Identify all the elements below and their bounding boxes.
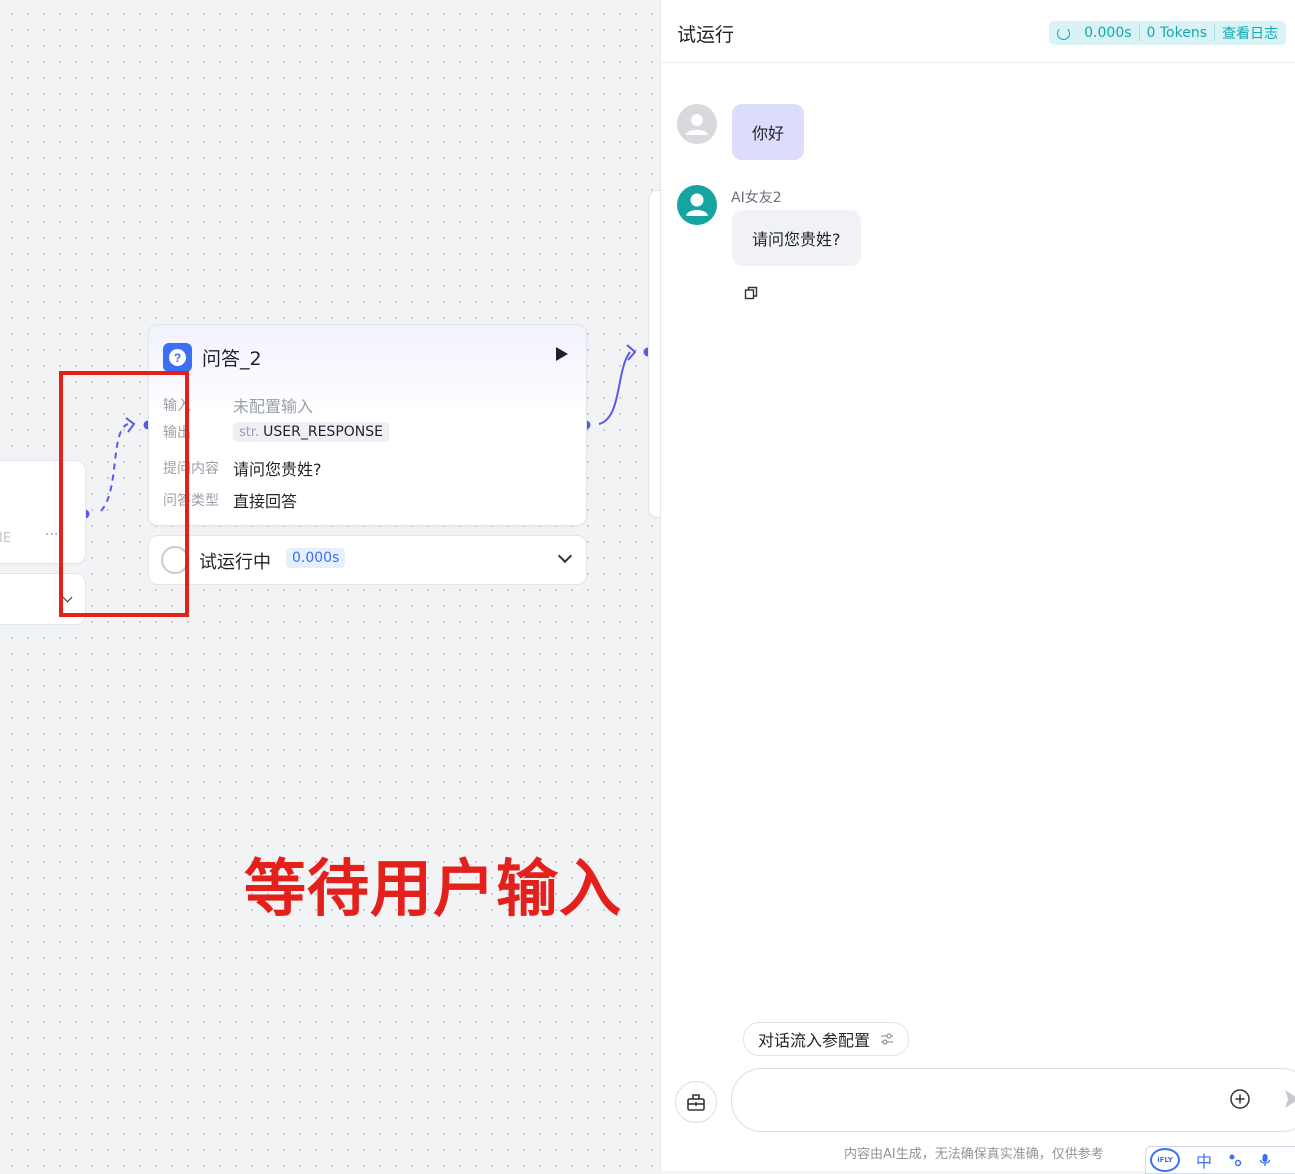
- ifly-logo[interactable]: iFLY: [1150, 1148, 1180, 1172]
- row-output: 输出 str. USER_RESPONSE: [163, 422, 389, 442]
- next-node[interactable]: [648, 190, 660, 518]
- node-title: 问答_2: [202, 348, 262, 370]
- run-stats: 0.000s 0 Tokens 查看日志: [1049, 21, 1286, 45]
- view-log-link[interactable]: 查看日志: [1222, 23, 1278, 43]
- outgoing-edge: [598, 351, 631, 425]
- param-config-label: 对话流入参配置: [758, 1031, 871, 1050]
- panel-title: 试运行: [677, 24, 735, 46]
- bot-name: AI女友2: [731, 190, 782, 206]
- row-value: 请问您贵姓?: [233, 460, 322, 479]
- ime-toolbar[interactable]: iFLY 中: [1145, 1146, 1295, 1174]
- send-icon[interactable]: [1284, 1089, 1295, 1109]
- node-header: ? 问答_2: [163, 343, 262, 372]
- row-value: 直接回答: [233, 492, 298, 511]
- toolbox-button[interactable]: [675, 1081, 717, 1123]
- bot-avatar: [677, 185, 717, 225]
- token-count: 0 Tokens: [1146, 25, 1207, 41]
- chat-input-box[interactable]: [731, 1068, 1295, 1132]
- annotation-text: 等待用户输入: [244, 852, 623, 925]
- copy-icon[interactable]: [744, 286, 758, 300]
- sliders-icon: [881, 1033, 894, 1045]
- run-time: 0.000s: [1084, 25, 1132, 41]
- ai-disclaimer: 内容由AI生成，无法确保真实准确，仅供参考: [844, 1147, 1104, 1162]
- edge-arrow-out: [626, 344, 637, 361]
- previous-node-fragment: IE: [0, 531, 12, 546]
- highlight-annotation-box: [59, 371, 189, 617]
- output-variable-tag: str. USER_RESPONSE: [233, 422, 389, 442]
- test-run-panel: 试运行 0.000s 0 Tokens 查看日志 你好 AI女友2 请问您贵姓?…: [660, 0, 1295, 1174]
- run-node-button[interactable]: [556, 347, 568, 361]
- chat-input[interactable]: [752, 1087, 1196, 1108]
- divider: [1214, 25, 1215, 41]
- panel-header: 试运行 0.000s 0 Tokens 查看日志: [661, 0, 1295, 63]
- ime-punctuation-icon[interactable]: [1228, 1153, 1242, 1167]
- row-value: 未配置输入: [233, 397, 314, 416]
- status-label: 试运行中: [199, 552, 271, 573]
- user-message: 你好: [732, 104, 805, 160]
- node-run-status[interactable]: 试运行中 0.000s: [148, 535, 587, 585]
- workflow-canvas[interactable]: IE ··· ? 问答_2 输入 未配置输入 输出 str. USER_RESP…: [0, 0, 660, 1171]
- refresh-icon: [1057, 26, 1071, 40]
- add-attachment-icon[interactable]: [1230, 1089, 1250, 1109]
- type-label: str.: [239, 424, 260, 440]
- ime-language-toggle[interactable]: 中: [1196, 1148, 1212, 1172]
- question-icon: ?: [163, 343, 192, 372]
- toolbox-icon: [687, 1094, 705, 1111]
- variable-name: USER_RESPONSE: [263, 424, 383, 440]
- user-avatar: [677, 104, 717, 144]
- status-time-badge: 0.000s: [286, 548, 346, 568]
- conversation-param-config-button[interactable]: 对话流入参配置: [743, 1022, 910, 1056]
- more-icon[interactable]: ···: [45, 527, 58, 543]
- chevron-down-icon[interactable]: [557, 548, 573, 564]
- qa-node[interactable]: ? 问答_2 输入 未配置输入 输出 str. USER_RESPONSE 提问…: [148, 324, 587, 526]
- microphone-icon[interactable]: [1258, 1153, 1272, 1167]
- divider: [1138, 25, 1140, 41]
- bot-message: 请问您贵姓?: [732, 210, 861, 266]
